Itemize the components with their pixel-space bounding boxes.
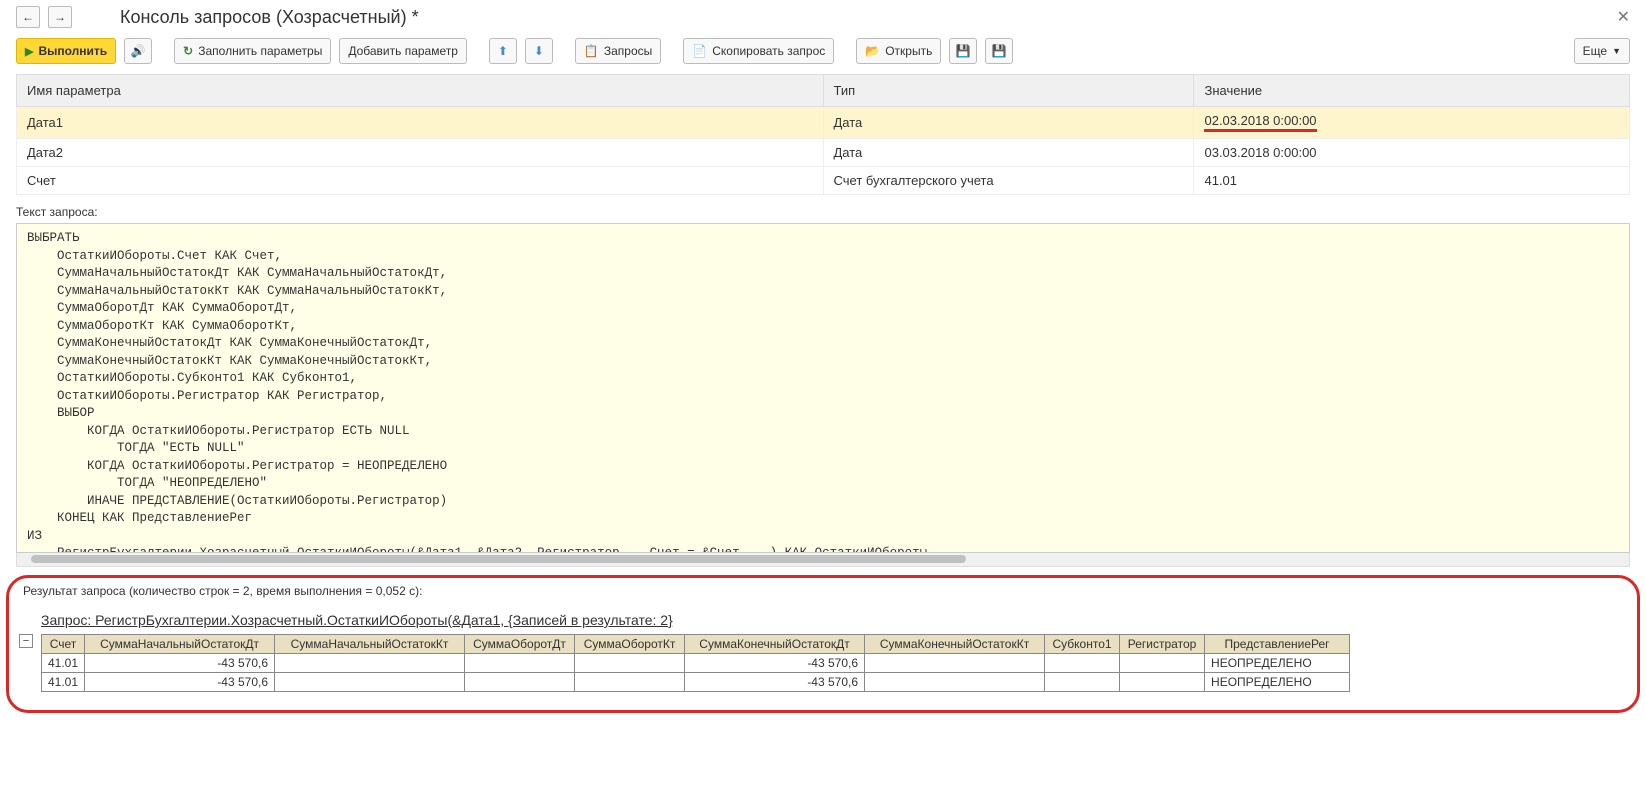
- play-icon: ▶: [25, 45, 33, 58]
- arrow-right-icon: →: [54, 10, 66, 24]
- param-row[interactable]: Дата1Дата02.03.2018 0:00:00: [17, 107, 1630, 139]
- queries-label: Запросы: [604, 44, 652, 58]
- result-cell: [865, 654, 1045, 673]
- result-cell: [1045, 673, 1120, 692]
- move-down-button[interactable]: ⬇: [525, 38, 553, 64]
- save-as-icon: 💾: [992, 44, 1007, 58]
- result-table[interactable]: СчетСуммаНачальныйОстатокДтСуммаНачальны…: [41, 634, 1350, 692]
- result-cell: [1045, 654, 1120, 673]
- result-col-header[interactable]: Регистратор: [1120, 635, 1205, 654]
- result-col-header[interactable]: СуммаКонечныйОстатокДт: [685, 635, 865, 654]
- folder-open-icon: 📂: [865, 44, 880, 58]
- queries-button[interactable]: 📋 Запросы: [575, 38, 661, 64]
- param-type-cell: Дата: [823, 139, 1194, 167]
- move-up-button[interactable]: ⬆: [489, 38, 517, 64]
- param-type-cell: Счет бухгалтерского учета: [823, 167, 1194, 195]
- col-param-name: Имя параметра: [17, 75, 824, 107]
- result-cell: 41.01: [42, 654, 85, 673]
- param-type-cell: Дата: [823, 107, 1194, 139]
- param-name-cell: Дата1: [17, 107, 824, 139]
- param-value-cell: 41.01: [1194, 167, 1630, 195]
- result-cell: -43 570,6: [685, 654, 865, 673]
- close-button[interactable]: ✕: [1617, 7, 1630, 27]
- result-row[interactable]: 41.01-43 570,6-43 570,6НЕОПРЕДЕЛЕНО: [42, 654, 1350, 673]
- param-name-cell: Счет: [17, 167, 824, 195]
- result-cell: [1120, 654, 1205, 673]
- result-cell: НЕОПРЕДЕЛЕНО: [1205, 673, 1350, 692]
- param-value-cell: 03.03.2018 0:00:00: [1194, 139, 1630, 167]
- result-cell: -43 570,6: [85, 673, 275, 692]
- arrow-down-icon: ⬇: [534, 44, 544, 58]
- result-cell: [575, 673, 685, 692]
- speaker-icon: 🔊: [131, 44, 146, 58]
- result-col-header[interactable]: СуммаНачальныйОстатокДт: [85, 635, 275, 654]
- execute-button[interactable]: ▶ Выполнить: [16, 38, 116, 64]
- params-table[interactable]: Имя параметра Тип Значение Дата1Дата02.0…: [16, 74, 1630, 195]
- list-icon: 📋: [584, 44, 599, 58]
- result-col-header[interactable]: Субконто1: [1045, 635, 1120, 654]
- result-cell: [465, 654, 575, 673]
- result-summary: Результат запроса (количество строк = 2,…: [19, 584, 1627, 598]
- add-param-button[interactable]: Добавить параметр: [339, 38, 467, 64]
- col-value: Значение: [1194, 75, 1630, 107]
- nav-back-button[interactable]: ←: [16, 6, 40, 28]
- result-cell: [575, 654, 685, 673]
- tree-collapse-button[interactable]: −: [19, 634, 33, 648]
- arrow-left-icon: ←: [22, 10, 34, 24]
- result-col-header[interactable]: СуммаКонечныйОстатокКт: [865, 635, 1045, 654]
- result-row[interactable]: 41.01-43 570,6-43 570,6НЕОПРЕДЕЛЕНО: [42, 673, 1350, 692]
- chevron-down-icon: ▼: [1612, 46, 1621, 56]
- query-text-input[interactable]: ВЫБРАТЬ ОстаткиИОбороты.Счет КАК Счет, С…: [16, 223, 1630, 553]
- param-row[interactable]: Дата2Дата03.03.2018 0:00:00: [17, 139, 1630, 167]
- param-name-cell: Дата2: [17, 139, 824, 167]
- result-cell: 41.01: [42, 673, 85, 692]
- nav-forward-button[interactable]: →: [48, 6, 72, 28]
- open-label: Открыть: [885, 44, 932, 58]
- result-cell: НЕОПРЕДЕЛЕНО: [1205, 654, 1350, 673]
- result-panel: Результат запроса (количество строк = 2,…: [6, 575, 1640, 713]
- save-as-button[interactable]: 💾: [985, 38, 1013, 64]
- result-col-header[interactable]: СуммаОборотДт: [465, 635, 575, 654]
- param-row[interactable]: СчетСчет бухгалтерского учета41.01: [17, 167, 1630, 195]
- copy-query-label: Скопировать запрос: [712, 44, 825, 58]
- result-cell: -43 570,6: [685, 673, 865, 692]
- page-title: Консоль запросов (Хозрасчетный) *: [120, 7, 419, 28]
- result-cell: [865, 673, 1045, 692]
- result-title: Запрос: РегистрБухгалтерии.Хозрасчетный.…: [41, 612, 1627, 628]
- more-button[interactable]: Еще ▼: [1574, 38, 1630, 64]
- result-cell: [465, 673, 575, 692]
- fill-params-label: Заполнить параметры: [198, 44, 322, 58]
- more-label: Еще: [1583, 44, 1607, 58]
- result-cell: [275, 654, 465, 673]
- query-label: Текст запроса:: [0, 201, 1646, 223]
- result-cell: [275, 673, 465, 692]
- save-button[interactable]: 💾: [949, 38, 977, 64]
- horizontal-scrollbar[interactable]: [16, 553, 1630, 567]
- add-param-label: Добавить параметр: [348, 44, 458, 58]
- result-col-header[interactable]: Счет: [42, 635, 85, 654]
- param-value-cell: 02.03.2018 0:00:00: [1194, 107, 1630, 139]
- fill-params-button[interactable]: ↻ Заполнить параметры: [174, 38, 331, 64]
- refresh-icon: ↻: [183, 44, 193, 58]
- result-cell: [1120, 673, 1205, 692]
- result-col-header[interactable]: СуммаНачальныйОстатокКт: [275, 635, 465, 654]
- copy-icon: 📄: [692, 44, 707, 58]
- open-button[interactable]: 📂 Открыть: [856, 38, 941, 64]
- result-col-header[interactable]: СуммаОборотКт: [575, 635, 685, 654]
- copy-query-button[interactable]: 📄 Скопировать запрос: [683, 38, 834, 64]
- result-col-header[interactable]: ПредставлениеРег: [1205, 635, 1350, 654]
- save-icon: 💾: [956, 44, 971, 58]
- result-cell: -43 570,6: [85, 654, 275, 673]
- arrow-up-icon: ⬆: [498, 44, 508, 58]
- sound-button[interactable]: 🔊: [124, 38, 152, 64]
- col-type: Тип: [823, 75, 1194, 107]
- execute-label: Выполнить: [38, 44, 107, 58]
